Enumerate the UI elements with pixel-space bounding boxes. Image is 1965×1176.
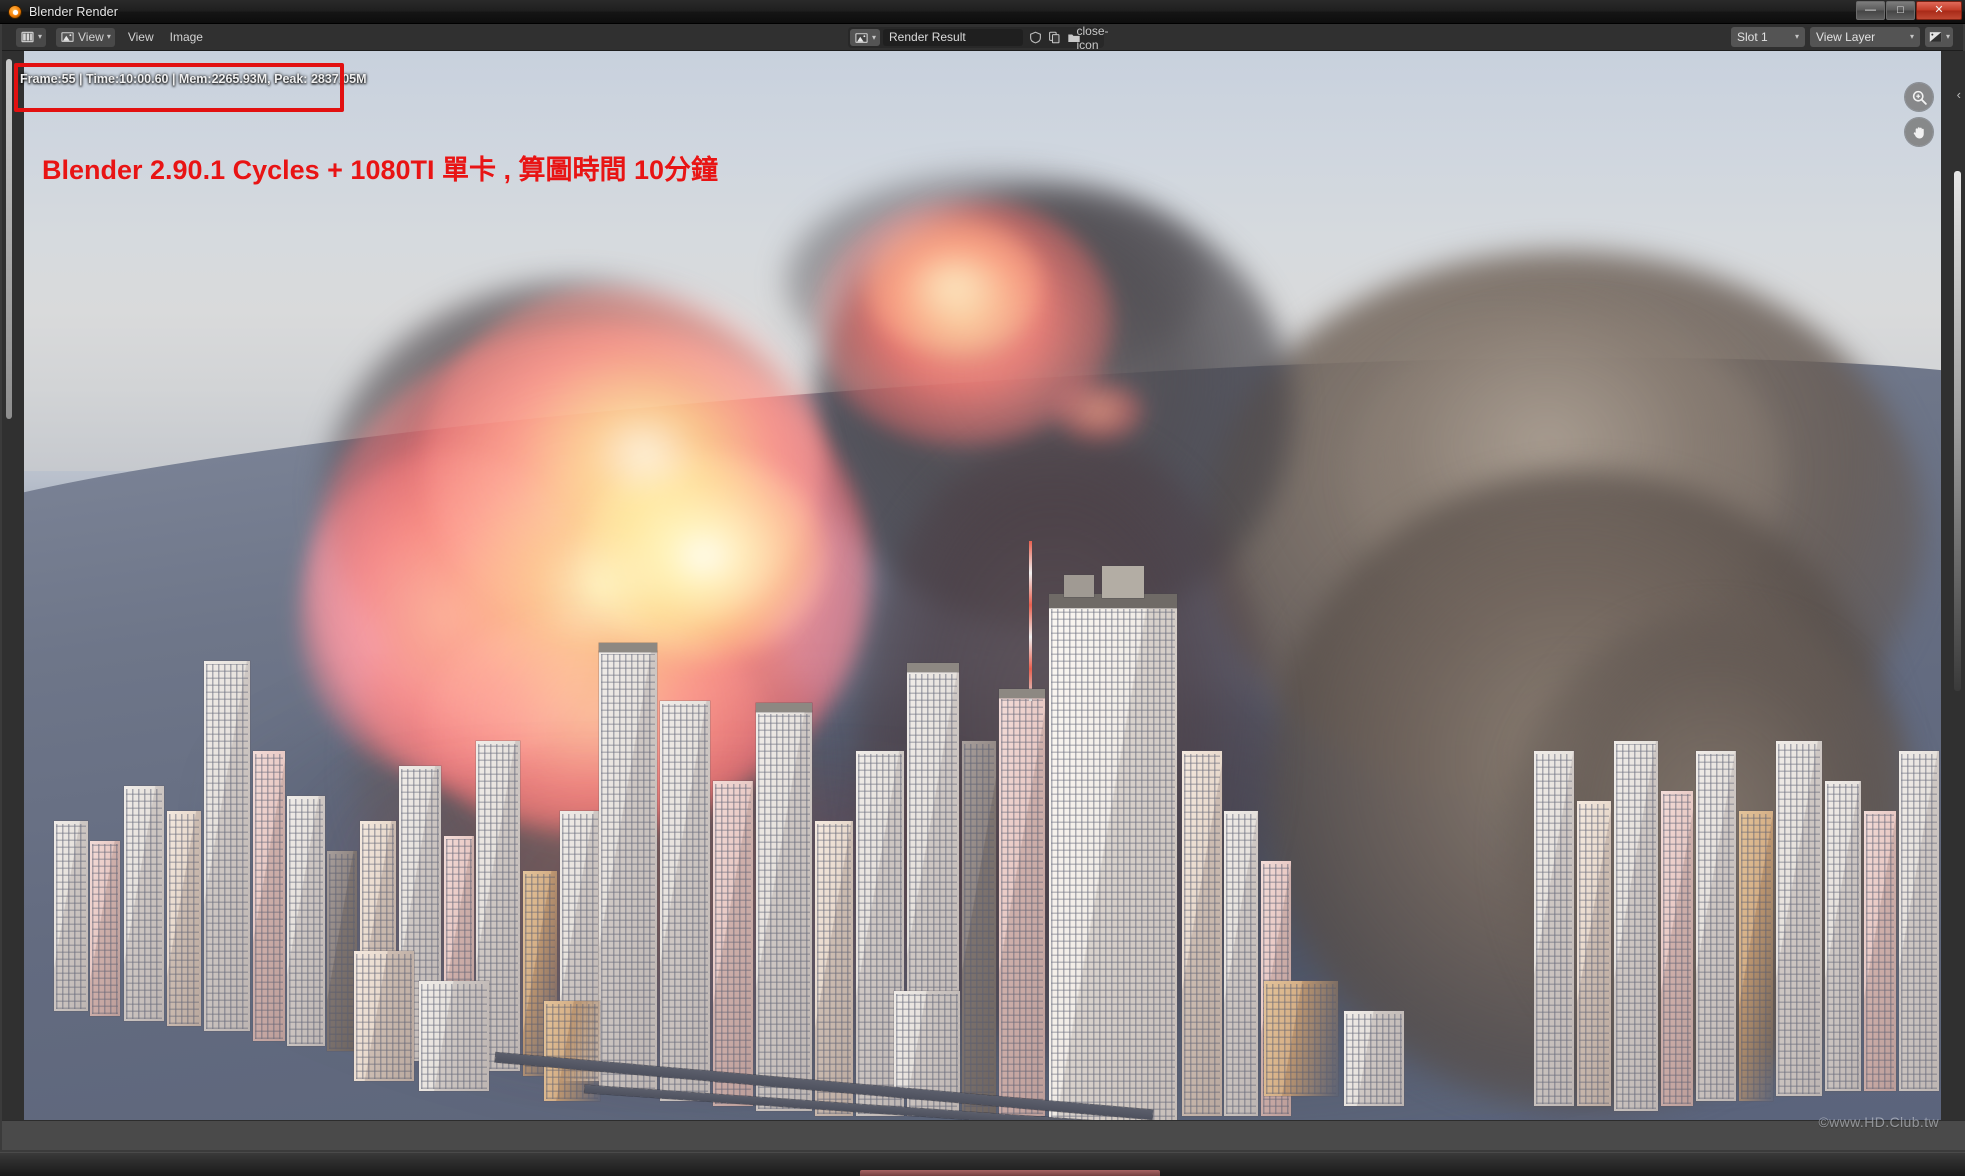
blender-render-window: Blender Render — □ ✕ ▾ View ▾ View Image… [0,0,1965,1176]
watermark: ©www.HD.Club.tw [1818,1114,1939,1130]
image-view-icon [61,32,74,42]
editor-header: ▾ View ▾ View Image ▾ Render Result clos… [2,24,1963,52]
taskbar-item[interactable] [860,1170,1160,1176]
chevron-down-icon: ▾ [38,32,43,41]
sidebar-toggle-icon[interactable]: ‹ [1957,87,1961,102]
right-gutter [1941,51,1965,1152]
zoom-tool-icon[interactable] [1905,83,1933,111]
shield-icon[interactable] [1026,28,1045,47]
image-editor: ▾ View ▾ View Image ▾ Render Result clos… [0,24,1965,1152]
datablock-name-field[interactable]: Render Result [883,29,1024,46]
datablock-browse-button[interactable]: ▾ [850,29,881,46]
view-layer-label: View Layer [1815,30,1876,44]
chevron-down-icon: ▾ [872,32,877,42]
render-pass-icon [1929,32,1942,42]
window-title: Blender Render [29,4,118,19]
view-mode-selector[interactable]: View ▾ [56,27,115,47]
pan-tool-icon[interactable] [1905,118,1933,146]
view-tool-buttons [1905,83,1933,146]
render-canvas-area[interactable]: ‹ Frame:55 | Time:10:00.60 | Mem:2265.93… [2,51,1965,1152]
bottom-gutter [2,1120,1965,1152]
left-gutter [2,51,24,1152]
menu-view[interactable]: View [125,30,157,44]
image-datablock-widget: ▾ Render Result close-icon [848,24,1109,52]
close-button[interactable]: ✕ [1916,1,1962,20]
image-datablock-icon [855,32,868,43]
rendered-image[interactable] [24,51,1941,1120]
close-icon[interactable]: close-icon [1077,24,1109,52]
copy-icon[interactable] [1045,28,1064,47]
view-mode-label: View [78,30,104,44]
vertical-scrollbar-left[interactable] [6,59,12,419]
render-slot-dropdown[interactable]: Slot 1 ▾ [1730,27,1805,47]
render-stats-overlay: Frame:55 | Time:10:00.60 | Mem:2265.93M,… [20,72,367,86]
chevron-down-icon: ▾ [1909,32,1914,41]
image-editor-icon [21,31,34,43]
menu-image[interactable]: Image [167,30,206,44]
editor-type-selector[interactable]: ▾ [16,27,47,47]
annotation-red-text: Blender 2.90.1 Cycles + 1080TI 單卡 , 算圖時間… [42,155,719,185]
blender-logo-icon [8,4,22,19]
window-controls: — □ ✕ [1856,1,1962,20]
taskbar[interactable] [0,1152,1965,1176]
chevron-down-icon: ▾ [106,32,111,41]
maximize-button[interactable]: □ [1886,1,1915,20]
render-slot-label: Slot 1 [1736,30,1768,44]
chevron-down-icon: ▾ [1945,32,1950,41]
vertical-scrollbar-right[interactable] [1954,171,1961,691]
view-layer-dropdown[interactable]: View Layer ▾ [1809,27,1920,47]
render-pass-dropdown[interactable]: ▾ [1924,27,1953,47]
chevron-down-icon: ▾ [1794,32,1799,41]
minimize-button[interactable]: — [1856,1,1885,20]
title-bar: Blender Render — □ ✕ [0,0,1965,24]
city-model [24,51,1941,1120]
